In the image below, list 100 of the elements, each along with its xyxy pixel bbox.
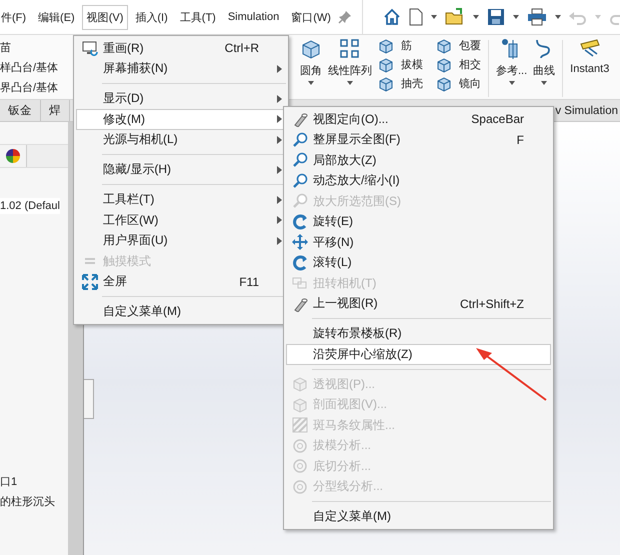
squares-icon [339,38,361,60]
ribbon-button[interactable]: 抽壳 [378,76,423,92]
submenu-arrow-icon [276,166,282,174]
menu-item-label: 用户界面(U) [103,232,169,250]
ribbon-tab[interactable]: 焊 [41,100,70,121]
flashlight-icon [292,111,308,128]
tree-item[interactable]: 口1 [0,474,68,489]
menu-item[interactable]: 隐藏/显示(H) [76,160,286,180]
menu-bar-item[interactable]: Simulation [222,6,284,28]
menu-item[interactable]: 自定义菜单(M) [76,302,286,322]
menu-item[interactable]: 沿荧屏中心缩放(Z) [286,344,551,364]
menu-item-label: 分型线分析... [313,478,384,496]
save-icon[interactable] [487,8,505,26]
caret-icon[interactable] [508,81,515,85]
submenu-arrow-icon [276,136,282,144]
ribbon-button[interactable]: Instant3 [568,38,612,99]
menu-item[interactable]: 平移(N) [286,232,551,252]
collapse-handle[interactable] [84,378,94,418]
menu-bar-item[interactable]: 窗口(W) [286,4,336,30]
menu-item[interactable]: 动态放大/缩小(I) [286,170,551,191]
caret-icon[interactable] [431,15,437,19]
ribbon-button[interactable]: 参考... [494,38,530,99]
menu-item[interactable]: 修改(M) [76,109,286,130]
menu-item[interactable]: 工具栏(T) [76,190,286,210]
move-icon [292,234,308,250]
menu-item[interactable]: 全屏 F11 [76,272,286,292]
expand-icon [82,274,98,290]
menu-item-label: 视图定向(O)... [313,110,390,128]
menu-item-label: 底切分析... [313,458,372,475]
ribbon-button-label: 抽壳 [401,77,423,92]
menu-item[interactable]: 局部放大(Z) [286,150,551,170]
menu-item-label: 斑马条纹属性... [313,416,396,434]
printer-icon[interactable] [527,8,547,26]
menu-item[interactable]: 视图定向(O)... SpaceBar [286,109,551,130]
caret-icon[interactable] [541,81,548,85]
menu-item-label: 屏幕捕获(N) [103,60,169,78]
menu-bar-item[interactable]: 插入(I) [130,4,173,30]
menu-item[interactable]: 自定义菜单(M) [286,506,551,527]
stripes-icon [292,417,308,434]
ribbon-button-label: 包覆 [459,39,481,54]
ribbon-button[interactable]: 线性阵列 [326,38,374,99]
menu-item[interactable]: 滚转(L) [286,252,551,273]
menu-item[interactable]: 上一视图(R) Ctrl+Shift+Z [286,294,551,314]
caret-icon[interactable] [308,81,314,85]
menu-item-label: 隐藏/显示(H) [103,161,172,178]
menu-item-label: 旋转(E) [313,213,354,230]
ribbon-label: 界凸台/基体 [0,80,58,94]
submenu-arrow-icon [276,64,282,73]
ribbon-button[interactable]: 镜向 [436,76,481,92]
appearance-button[interactable] [0,145,27,167]
shortcut-label: F11 [239,274,259,289]
rotate-icon [292,254,308,271]
document-icon[interactable] [409,8,423,26]
menu-item[interactable]: 工作区(W) [76,210,286,230]
ribbon-tab[interactable]: v Simulation [553,100,620,121]
caret-icon[interactable] [513,15,519,19]
cube-icon [436,57,452,73]
magnifier-icon [292,172,308,189]
menu-bar-item[interactable]: 件(F) [0,4,32,30]
ribbon-button[interactable]: 圆角 [298,38,324,99]
menu-item[interactable]: 重画(R) Ctrl+R [76,38,286,58]
tree-item[interactable]: 的柱形沉头 [0,494,68,509]
menu-item[interactable]: 用户界面(U) [76,230,286,251]
menu-item-label: 整屏显示全图(F) [313,131,402,148]
ribbon-button-label: 相交 [459,58,481,73]
color-wheel-icon [5,148,21,164]
ribbon-label: 苗 [0,40,11,54]
menu-item[interactable]: 旋转布景楼板(R) [286,324,551,344]
ribbon-button-label: 线性阵列 [328,64,372,78]
pin-icon[interactable] [338,10,352,24]
ribbon-button-label: 拔模 [401,58,423,73]
menu-item[interactable]: 旋转(E) [286,212,551,232]
ribbon-button[interactable]: 曲线 [531,38,558,99]
menu-item-label: 拔模分析... [313,437,372,454]
menu-item[interactable]: 屏幕捕获(N) [76,58,286,79]
magnifier-icon [292,152,308,168]
caret-icon[interactable] [347,81,353,85]
menu-bar-item[interactable]: 工具(T) [174,4,221,30]
ribbon-button-label: 镜向 [459,77,481,92]
menu-bar-item[interactable]: 视图(V) [82,4,128,30]
caret-icon[interactable] [473,15,479,19]
flashlight-icon [292,296,308,312]
menu-item[interactable]: 整屏显示全图(F) F [286,130,551,150]
menu-item[interactable]: 显示(D) [76,88,286,109]
ribbon-button[interactable]: 拔模 [378,57,423,73]
circle-icon [292,458,308,474]
ribbon-button[interactable]: 包覆 [436,38,481,54]
menu-item-label: 光源与相机(L) [103,131,179,148]
menu-item-label: 扭转相机(T) [313,274,378,292]
menu-item-label: 自定义菜单(M) [103,303,182,320]
ribbon-button-label: 圆角 [300,64,322,78]
caret-icon[interactable] [555,15,561,19]
menu-bar-item[interactable]: 编辑(E) [33,4,80,30]
circle-icon [292,438,308,454]
folder-icon[interactable] [445,8,465,26]
ribbon-button[interactable]: 相交 [436,57,481,73]
ribbon-button[interactable]: 筋 [378,38,423,54]
home-icon[interactable] [383,8,401,26]
menu-item[interactable]: 光源与相机(L) [76,130,286,150]
ribbon-tab[interactable]: 钣金 [0,100,41,121]
